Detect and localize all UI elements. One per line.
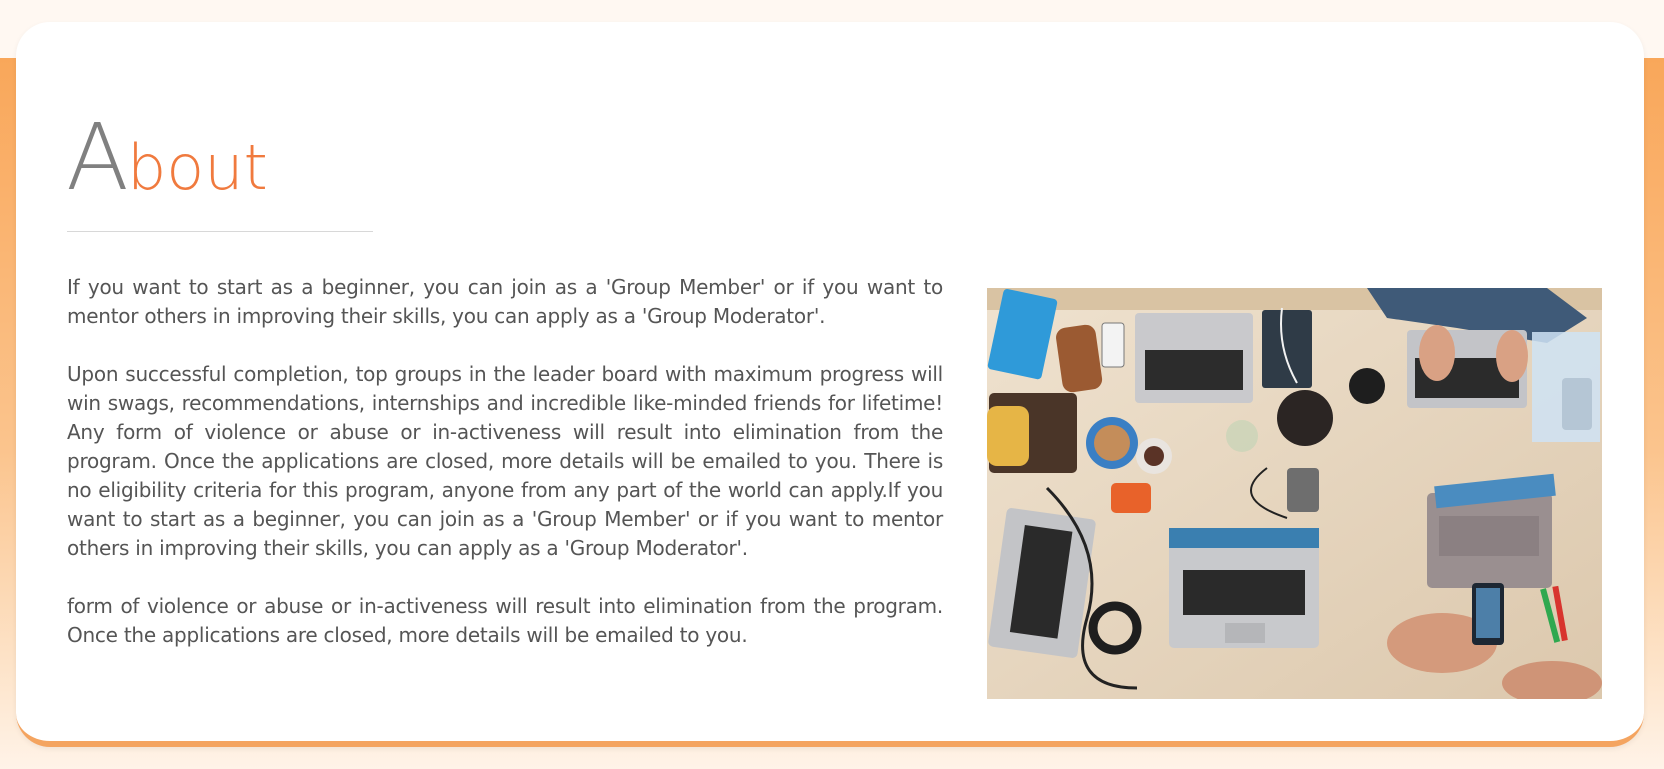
yellow-pouch xyxy=(987,406,1029,466)
hand-top-right-2 xyxy=(1496,330,1528,382)
laptop-center-keys xyxy=(1183,570,1305,615)
about-paragraph-1: If you want to start as a beginner, you … xyxy=(67,275,943,328)
laptop-center-pad xyxy=(1225,623,1265,643)
phone-bottom-right-screen xyxy=(1476,588,1500,638)
orange-drive xyxy=(1111,483,1151,513)
phone-top xyxy=(1101,322,1125,368)
workspace-photo xyxy=(987,288,1602,699)
nuts xyxy=(1094,425,1130,461)
about-paragraph-3: form of violence or abuse or in-activene… xyxy=(67,594,943,647)
about-title-rest: bout xyxy=(126,131,268,204)
laptop-center-screen xyxy=(1169,528,1319,548)
cup-inside xyxy=(1144,446,1164,466)
laptop-right-keys xyxy=(1439,516,1539,556)
papers-right xyxy=(1532,332,1600,442)
about-paragraph-2: Upon successful completion, top groups i… xyxy=(67,362,943,560)
teapot xyxy=(1277,390,1333,446)
about-title-initial: A xyxy=(66,104,129,211)
dark-notebook xyxy=(1262,310,1312,388)
title-divider xyxy=(67,231,373,232)
glass xyxy=(1226,420,1258,452)
laptop-top-center-keys xyxy=(1145,350,1243,390)
about-content: If you want to start as a beginner, you … xyxy=(67,273,943,679)
camera-lens xyxy=(1349,368,1385,404)
about-card: About If you want to start as a beginner… xyxy=(16,22,1644,747)
hand-top-right-1 xyxy=(1419,325,1455,381)
about-title: About xyxy=(66,112,268,204)
grey-drive xyxy=(1287,468,1319,512)
